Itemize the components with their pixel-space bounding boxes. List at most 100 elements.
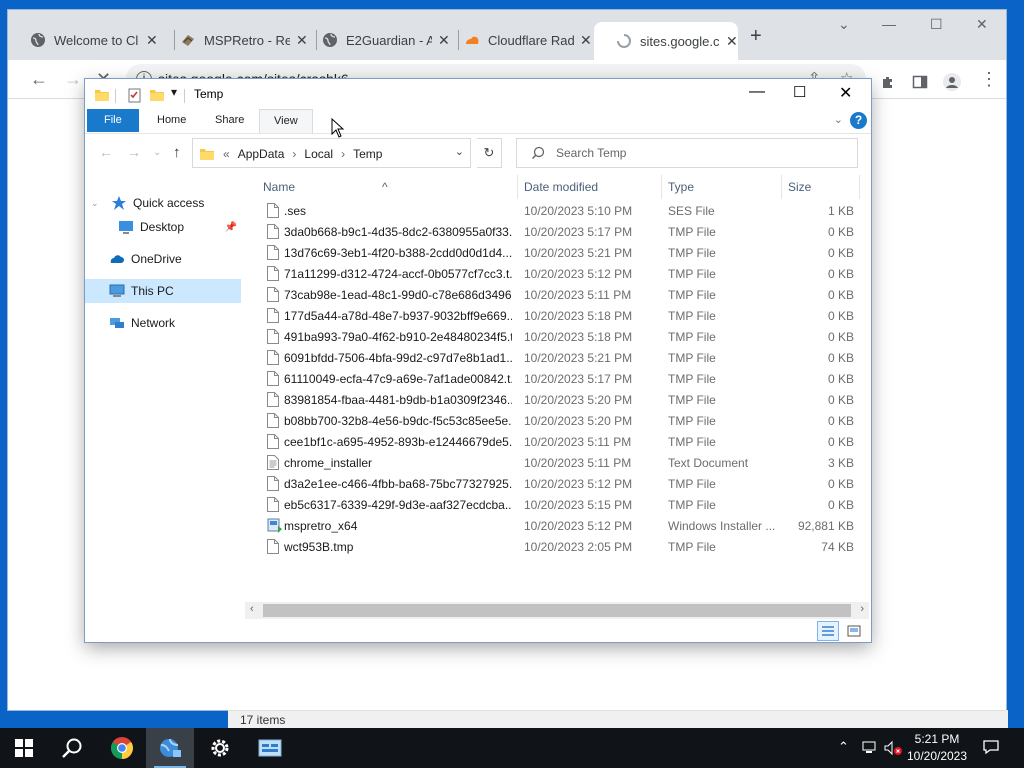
recent-locations-icon[interactable]: ⌄ [153, 147, 161, 158]
star-icon [112, 196, 126, 210]
system-clock[interactable]: 5:21 PM 10/20/2023 [906, 731, 968, 765]
file-row[interactable]: 3da0b668-b9c1-4d35-8dc2-6380955a0f33... 1… [245, 221, 869, 242]
notifications-icon[interactable] [982, 738, 1000, 756]
file-name: 177d5a44-a78d-48e7-b937-9032bff9e669... [284, 309, 512, 323]
tab-file[interactable]: File [87, 109, 139, 132]
address-bar[interactable]: « AppData › Local › Temp ⌄ [192, 138, 471, 168]
maximize-button[interactable]: ☐ [793, 83, 806, 101]
chevron-down-icon[interactable]: ⌄ [91, 198, 99, 209]
close-tab-icon[interactable]: ✕ [580, 32, 592, 49]
up-arrow-icon[interactable]: ↑ [173, 144, 181, 161]
nav-onedrive[interactable]: OneDrive [85, 247, 241, 271]
tab-view[interactable]: View [259, 109, 313, 133]
side-panel-icon[interactable] [912, 74, 928, 90]
file-row[interactable]: 73cab98e-1ead-48c1-99d0-c78e686d3496... 1… [245, 284, 869, 305]
properties-icon[interactable] [127, 87, 143, 103]
file-row[interactable]: chrome_installer 10/20/2023 5:11 PM Text D… [245, 452, 869, 473]
title-separator [184, 89, 185, 103]
file-row[interactable]: d3a2e1ee-c466-4fbb-ba68-75bc77327925... 1… [245, 473, 869, 494]
back-arrow-icon[interactable]: ← [99, 144, 113, 160]
horizontal-scrollbar[interactable]: ‹ › [245, 602, 869, 619]
file-row[interactable]: 71a11299-d312-4724-accf-0b0577cf7cc3.t..… [245, 263, 869, 284]
browser-tab[interactable]: Cloudflare Rad ✕ [442, 22, 592, 58]
file-icon [267, 371, 279, 386]
column-divider[interactable] [661, 175, 662, 199]
large-icons-view-button[interactable] [843, 621, 865, 641]
nav-network[interactable]: Network [85, 311, 241, 335]
file-row[interactable]: 177d5a44-a78d-48e7-b937-9032bff9e669... 1… [245, 305, 869, 326]
help-icon[interactable]: ? [850, 112, 867, 129]
nav-quick-access[interactable]: ⌄ Quick access [85, 191, 241, 215]
forward-icon[interactable]: → [64, 69, 82, 90]
maximize-browser-button[interactable]: ☐ [930, 16, 943, 33]
column-divider[interactable] [859, 175, 860, 199]
close-tab-icon[interactable]: ✕ [146, 32, 158, 49]
column-size[interactable]: Size [788, 180, 811, 194]
column-divider[interactable] [781, 175, 782, 199]
column-type[interactable]: Type [668, 180, 694, 194]
file-row[interactable]: wct953B.tmp 10/20/2023 2:05 PM TMP File 74 … [245, 536, 869, 557]
file-row[interactable]: 13d76c69-3eb1-4f20-b388-2cdd0d0d1d4... 10… [245, 242, 869, 263]
customize-quick-access-icon[interactable]: ▾ [171, 85, 177, 99]
start-button[interactable] [0, 728, 48, 768]
refresh-icon[interactable]: ↻ [477, 138, 502, 168]
file-type: TMP File [668, 372, 716, 386]
browser-tab[interactable]: E2Guardian - A ✕ [300, 22, 450, 58]
scrollbar-thumb[interactable] [263, 604, 851, 617]
close-tab-icon[interactable]: ✕ [726, 33, 738, 50]
breadcrumb-temp[interactable]: Temp [353, 147, 382, 161]
chrome-taskbar-button[interactable] [98, 728, 146, 768]
file-row[interactable]: 83981854-fbaa-4481-b9db-b1a0309f2346... 1… [245, 389, 869, 410]
browser-tab[interactable]: Welcome to Cl ✕ [8, 22, 168, 58]
forward-arrow-icon[interactable]: → [127, 144, 141, 160]
overflow-chevron-icon[interactable]: « [223, 147, 230, 161]
file-row[interactable]: mspretro_x64 10/20/2023 5:12 PM Windows In… [245, 515, 869, 536]
file-row[interactable]: b08bb700-32b8-4e56-b9dc-f5c53c85ee5e... 1… [245, 410, 869, 431]
nav-this-pc[interactable]: This PC [85, 279, 241, 303]
browser-tab-active[interactable]: sites.google.co ✕ [594, 22, 738, 60]
tab-share[interactable]: Share [201, 109, 258, 132]
browser-tab[interactable]: MSPRetro - Re ✕ [158, 22, 308, 58]
expand-ribbon-icon[interactable]: ⌄ [834, 113, 843, 126]
server-manager-taskbar-button[interactable] [246, 728, 294, 768]
file-row[interactable]: 6091bfdd-7506-4bfa-99d2-c97d7e8b1ad1... 1… [245, 347, 869, 368]
column-name[interactable]: Name [263, 180, 295, 194]
search-box[interactable]: Search Temp [516, 138, 858, 168]
file-row[interactable]: cee1bf1c-a695-4952-893b-e12446679de5... 1… [245, 431, 869, 452]
tab-title: sites.google.co [640, 33, 720, 49]
profile-avatar-icon[interactable] [942, 72, 962, 92]
network-status-icon[interactable] [862, 740, 880, 756]
details-view-button[interactable] [817, 621, 839, 641]
scroll-left-icon[interactable]: ‹ [250, 603, 254, 615]
menu-icon[interactable]: ⋮ [980, 69, 998, 90]
back-icon[interactable]: ← [30, 69, 48, 90]
close-browser-button[interactable]: ✕ [976, 16, 988, 33]
settings-taskbar-button[interactable] [196, 728, 244, 768]
search-button[interactable] [48, 728, 96, 768]
chevron-right-icon[interactable]: › [292, 147, 296, 161]
extensions-icon[interactable] [880, 74, 896, 90]
minimize-browser-button[interactable]: — [882, 16, 896, 32]
breadcrumb-appdata[interactable]: AppData [238, 147, 285, 161]
column-date-modified[interactable]: Date modified [524, 180, 598, 194]
file-row[interactable]: 491ba993-79a0-4f62-b910-2e48480234f5.t..… [245, 326, 869, 347]
close-button[interactable]: ✕ [839, 83, 852, 103]
scroll-right-icon[interactable]: › [860, 603, 864, 615]
minimize-button[interactable]: — [749, 83, 765, 101]
chevron-right-icon[interactable]: › [341, 147, 345, 161]
file-row[interactable]: .ses 10/20/2023 5:10 PM SES File 1 KB [245, 200, 869, 221]
volume-muted-icon[interactable] [884, 740, 904, 756]
show-hidden-icons-icon[interactable]: ⌃ [838, 739, 849, 755]
tab-search-icon[interactable]: ⌄ [838, 16, 850, 33]
file-row[interactable]: eb5c6317-6339-429f-9d3e-aaf327ecdcba... 1… [245, 494, 869, 515]
new-folder-icon[interactable] [149, 87, 165, 103]
column-divider[interactable] [517, 175, 518, 199]
breadcrumb-local[interactable]: Local [304, 147, 333, 161]
nav-desktop[interactable]: Desktop 📌 [85, 215, 241, 239]
new-tab-button[interactable]: + [750, 25, 762, 48]
file-row[interactable]: 61110049-ecfa-47c9-a69e-7af1ade00842.t..… [245, 368, 869, 389]
chevron-down-icon[interactable]: ⌄ [455, 145, 464, 158]
tab-home[interactable]: Home [143, 109, 200, 132]
explorer-taskbar-button[interactable] [146, 728, 194, 768]
pin-icon[interactable]: 📌 [225, 222, 237, 233]
